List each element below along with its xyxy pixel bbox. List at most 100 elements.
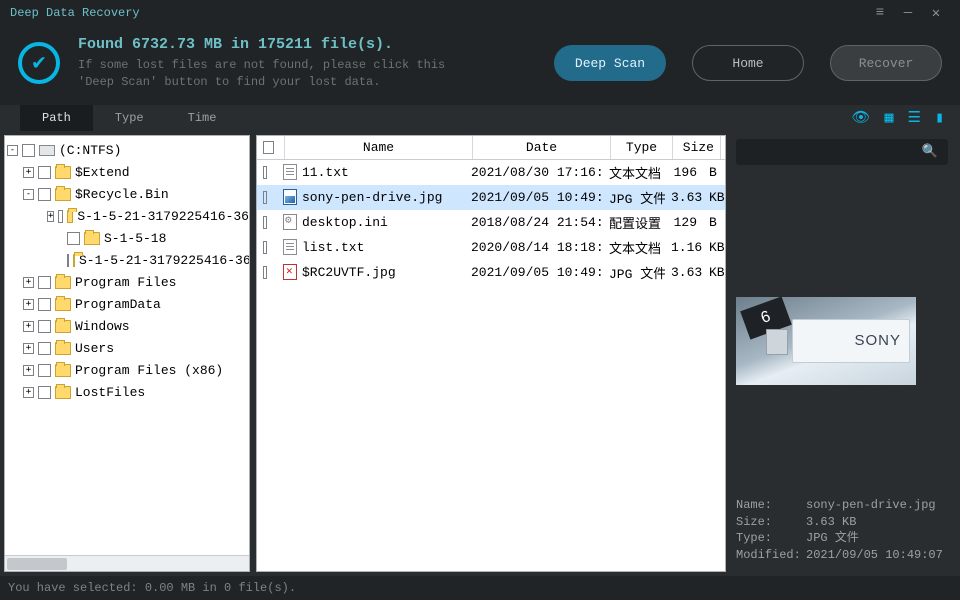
folder-icon — [55, 188, 71, 201]
expand-icon[interactable]: + — [23, 167, 34, 178]
tab-path[interactable]: Path — [20, 105, 93, 131]
table-row[interactable]: $RC2UVTF.jpg2021/09/05 10:49:07JPG 文件3.6… — [257, 260, 725, 285]
file-icon — [283, 189, 297, 205]
tree-label: S-1-5-18 — [104, 231, 166, 246]
row-checkbox[interactable] — [263, 266, 267, 279]
success-check-icon: ✔ — [18, 42, 60, 84]
table-row[interactable]: desktop.ini2018/08/24 21:54:43配置设置129B — [257, 210, 725, 235]
file-size-number: 129 — [665, 215, 703, 230]
table-row[interactable]: sony-pen-drive.jpg2021/09/05 10:49:07JPG… — [257, 185, 725, 210]
detail-key-modified: Modified: — [736, 547, 806, 564]
table-row[interactable]: list.txt2020/08/14 18:18:12文本文档1.16KB — [257, 235, 725, 260]
collapse-icon[interactable]: - — [23, 189, 34, 200]
file-type: 配置设置 — [603, 213, 665, 232]
expand-icon[interactable]: + — [23, 277, 34, 288]
list-view-icon[interactable]: ☰ — [908, 108, 921, 127]
tab-type[interactable]: Type — [93, 105, 166, 131]
expand-icon[interactable]: + — [47, 211, 54, 222]
tree-item[interactable]: + Users — [7, 338, 249, 360]
folder-tree-panel: - (C:NTFS) + $Extend - $Recycle.Bin + S-… — [4, 135, 250, 572]
row-checkbox[interactable] — [263, 216, 267, 229]
detail-view-icon[interactable]: ▮ — [935, 108, 944, 127]
recover-button[interactable]: Recover — [830, 45, 942, 81]
tree-label: ProgramData — [75, 297, 161, 312]
column-size[interactable]: Size — [673, 136, 721, 159]
minimize-icon[interactable]: — — [894, 3, 922, 23]
folder-icon — [55, 364, 71, 377]
tree-item[interactable]: + Program Files (x86) — [7, 360, 249, 382]
checkbox[interactable] — [38, 298, 51, 311]
tree-root[interactable]: - (C:NTFS) — [7, 140, 249, 162]
detail-val-name: sony-pen-drive.jpg — [806, 498, 936, 512]
tree-item[interactable]: + ProgramData — [7, 294, 249, 316]
tree-item[interactable]: + $Extend — [7, 162, 249, 184]
tree-item[interactable]: + LostFiles — [7, 382, 249, 404]
view-tabstrip: Path Type Time 👁 ▦ ☰ ▮ — [0, 105, 960, 131]
grid-view-icon[interactable]: ▦ — [884, 108, 893, 127]
expand-icon[interactable]: + — [23, 387, 34, 398]
main-content: - (C:NTFS) + $Extend - $Recycle.Bin + S-… — [0, 131, 960, 576]
checkbox[interactable] — [67, 232, 80, 245]
usb-plug-icon — [766, 329, 788, 355]
expand-icon[interactable]: + — [23, 299, 34, 310]
tree-item[interactable]: + Windows — [7, 316, 249, 338]
row-checkbox[interactable] — [263, 191, 267, 204]
folder-icon — [73, 254, 75, 267]
folder-icon — [55, 166, 71, 179]
tree-label: Program Files (x86) — [75, 363, 223, 378]
folder-icon — [67, 210, 73, 223]
search-bar[interactable]: 🔍 — [736, 139, 948, 165]
select-all-checkbox[interactable] — [263, 141, 274, 154]
row-checkbox[interactable] — [263, 241, 267, 254]
column-name[interactable]: Name — [285, 136, 473, 159]
checkbox[interactable] — [38, 364, 51, 377]
expand-icon[interactable]: + — [23, 365, 34, 376]
checkbox[interactable] — [38, 342, 51, 355]
checkbox[interactable] — [38, 320, 51, 333]
file-date: 2021/09/05 10:49:07 — [465, 265, 603, 280]
tree-item[interactable]: S-1-5-21-3179225416-36 — [7, 250, 249, 272]
checkbox[interactable] — [38, 188, 51, 201]
file-name: desktop.ini — [302, 215, 388, 230]
column-type[interactable]: Type — [611, 136, 673, 159]
checkbox[interactable] — [38, 276, 51, 289]
menu-icon[interactable]: ≡ — [866, 3, 894, 23]
checkbox[interactable] — [58, 210, 63, 223]
tree-label: Users — [75, 341, 114, 356]
deep-scan-button[interactable]: Deep Scan — [554, 45, 666, 81]
file-date: 2020/08/14 18:18:12 — [465, 240, 603, 255]
file-date: 2021/09/05 10:49:07 — [465, 190, 603, 205]
hint-line-2: 'Deep Scan' button to find your lost dat… — [78, 74, 528, 91]
tree-horizontal-scrollbar[interactable] — [5, 555, 249, 571]
checkbox[interactable] — [22, 144, 35, 157]
table-row[interactable]: 11.txt2021/08/30 17:16:20文本文档196B — [257, 160, 725, 185]
expand-icon[interactable]: + — [23, 343, 34, 354]
file-type: JPG 文件 — [603, 188, 665, 207]
expand-icon[interactable]: + — [23, 321, 34, 332]
file-list-panel: Name Date Type Size 11.txt2021/08/30 17:… — [256, 135, 726, 572]
collapse-icon[interactable]: - — [7, 145, 18, 156]
home-button[interactable]: Home — [692, 45, 804, 81]
status-bar: You have selected: 0.00 MB in 0 file(s). — [0, 576, 960, 600]
file-name: $RC2UVTF.jpg — [302, 265, 396, 280]
tree-item[interactable]: S-1-5-18 — [7, 228, 249, 250]
status-text: You have selected: 0.00 MB in 0 file(s). — [8, 581, 296, 595]
folder-icon — [84, 232, 100, 245]
tree-item[interactable]: + Program Files — [7, 272, 249, 294]
folder-icon — [55, 320, 71, 333]
preview-area: 6 — [736, 173, 948, 489]
file-size-unit: KB — [703, 240, 725, 255]
close-icon[interactable]: ✕ — [922, 3, 950, 23]
tree-item[interactable]: + S-1-5-21-3179225416-36 — [7, 206, 249, 228]
checkbox[interactable] — [67, 254, 69, 267]
folder-icon — [55, 298, 71, 311]
search-icon[interactable]: 🔍 — [922, 144, 938, 159]
column-date[interactable]: Date — [473, 136, 611, 159]
row-checkbox[interactable] — [263, 166, 267, 179]
checkbox[interactable] — [38, 166, 51, 179]
checkbox[interactable] — [38, 386, 51, 399]
tree-item[interactable]: - $Recycle.Bin — [7, 184, 249, 206]
eye-icon[interactable]: 👁 — [851, 108, 870, 127]
tab-time[interactable]: Time — [166, 105, 239, 131]
tree-label: Windows — [75, 319, 130, 334]
